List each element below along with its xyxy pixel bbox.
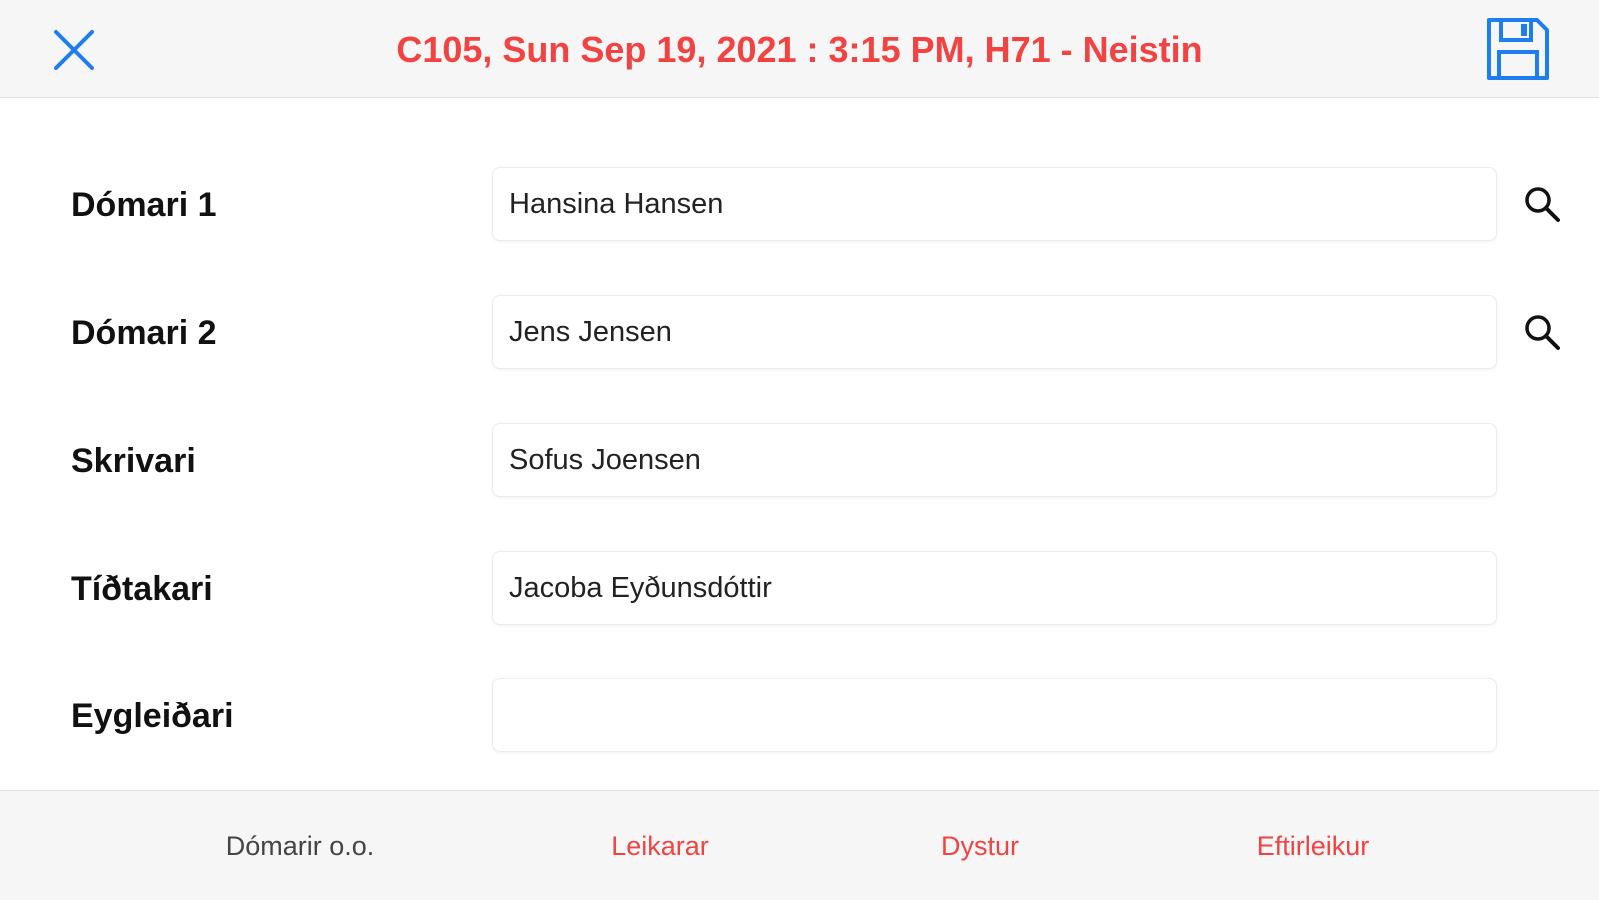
tidtakari-field[interactable]: [492, 551, 1497, 625]
header-bar: C105, Sun Sep 19, 2021 : 3:15 PM, H71 - …: [0, 0, 1599, 98]
bottom-tab-bar: Dómarir o.o. Leikarar Dystur Eftirleikur: [0, 790, 1599, 900]
domari-1-field[interactable]: [492, 167, 1497, 241]
form-row-domari-1: Dómari 1: [0, 167, 1599, 243]
tab-domarir[interactable]: Dómarir o.o.: [150, 791, 450, 900]
tab-leikarar[interactable]: Leikarar: [510, 791, 810, 900]
game-officials-screen: C105, Sun Sep 19, 2021 : 3:15 PM, H71 - …: [0, 0, 1599, 900]
form-row-skrivari: Skrivari: [0, 423, 1599, 499]
eygleidari-label: Eygleiðari: [71, 697, 234, 735]
domari-1-label: Dómari 1: [71, 186, 217, 224]
page-title: C105, Sun Sep 19, 2021 : 3:15 PM, H71 - …: [396, 29, 1203, 70]
form-row-tidtakari: Tíðtakari: [0, 551, 1599, 627]
tidtakari-label: Tíðtakari: [71, 570, 213, 608]
save-button[interactable]: [1483, 14, 1553, 84]
domari-2-label: Dómari 2: [71, 314, 217, 352]
skrivari-field[interactable]: [492, 423, 1497, 497]
floppy-disk-save-icon: [1487, 18, 1549, 80]
close-button[interactable]: [50, 26, 98, 74]
form-row-eygleidari: Eygleiðari: [0, 678, 1599, 754]
tab-eftirleikur[interactable]: Eftirleikur: [1163, 791, 1463, 900]
search-icon: [1525, 187, 1560, 222]
tab-dystur[interactable]: Dystur: [830, 791, 1130, 900]
search-icon: [1525, 315, 1560, 350]
domari-2-search-button[interactable]: [1522, 312, 1562, 352]
skrivari-label: Skrivari: [71, 442, 196, 480]
domari-1-search-button[interactable]: [1522, 184, 1562, 224]
close-icon: [54, 30, 94, 70]
form-row-domari-2: Dómari 2: [0, 295, 1599, 371]
domari-2-field[interactable]: [492, 295, 1497, 369]
eygleidari-field[interactable]: [492, 678, 1497, 752]
